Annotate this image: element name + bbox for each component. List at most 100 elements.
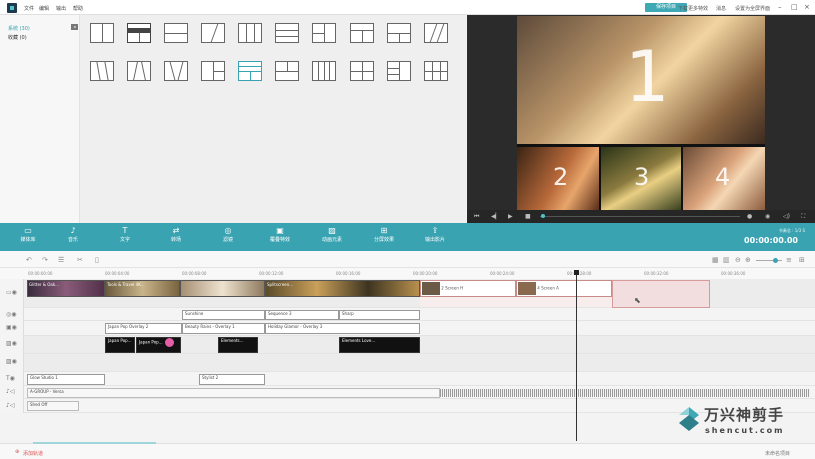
split-template[interactable] — [350, 61, 374, 81]
split-template[interactable] — [90, 61, 114, 81]
menu-export[interactable]: 输出 — [56, 5, 66, 12]
split-template[interactable] — [312, 61, 336, 81]
fullscreen-link[interactable]: 设置为全屏界面 — [735, 5, 770, 12]
filter-clip[interactable]: Sunshine — [182, 310, 265, 320]
split-template[interactable] — [387, 61, 411, 81]
play-icon[interactable]: ▶ — [508, 213, 513, 220]
playhead-line[interactable] — [576, 273, 577, 441]
split-template[interactable] — [312, 23, 336, 43]
split-template[interactable] — [90, 23, 114, 43]
fullscreen-icon[interactable]: ⛶ — [801, 213, 805, 221]
video-track-icon[interactable]: ▭◉ — [6, 289, 17, 296]
split-template-selected[interactable] — [238, 61, 262, 81]
media-library-button[interactable]: ▭ 媒体库 — [8, 226, 48, 243]
minimize-icon[interactable]: – — [778, 3, 782, 11]
split-template[interactable] — [164, 61, 188, 81]
maximize-icon[interactable]: □ — [791, 3, 798, 11]
music-button[interactable]: ♪ 音乐 — [53, 226, 93, 243]
snapshot-icon[interactable]: ◉ — [765, 213, 770, 220]
add-track-link[interactable]: 添加轨道 — [23, 450, 43, 457]
close-icon[interactable]: × — [804, 3, 810, 11]
filter-track-icon[interactable]: ◎◉ — [6, 311, 16, 318]
zoom-out-icon[interactable]: ⊖ — [735, 256, 741, 264]
split-template[interactable] — [127, 23, 151, 43]
split-template[interactable] — [164, 23, 188, 43]
split-cell-3[interactable]: 3 — [601, 147, 681, 210]
progress-handle[interactable] — [541, 214, 545, 218]
overlay-track-icon[interactable]: ▣◉ — [6, 324, 17, 331]
audio-track-2-icon[interactable]: ♪◁ — [6, 402, 14, 409]
element-clip[interactable]: Elements Love... — [339, 337, 420, 353]
fit-icon[interactable]: ▦ — [712, 256, 719, 264]
add-track-icon[interactable]: ⊕ — [15, 449, 19, 455]
split-screen-button[interactable]: ⊞ 分屏效果 — [364, 226, 404, 243]
split-template[interactable] — [275, 61, 299, 81]
prev-frame-icon[interactable]: ⏮ — [474, 213, 479, 221]
menu-edit[interactable]: 编辑 — [39, 5, 49, 12]
split-template[interactable] — [201, 61, 225, 81]
split-template[interactable] — [127, 61, 151, 81]
element-clip[interactable]: Japan Pop... — [136, 337, 181, 353]
category-favorites[interactable]: 收藏 (0) — [8, 34, 27, 41]
transition-button[interactable]: ⇄ 转场 — [156, 226, 196, 243]
elements-button[interactable]: ▨ 动画元素 — [312, 226, 352, 243]
zoom-in-icon[interactable]: ⊕ — [745, 256, 751, 264]
element-track-icon[interactable]: ▨◉ — [6, 340, 17, 347]
overlay-clip[interactable]: Holiday Glamor - Overlay 3 — [265, 323, 420, 334]
audio-clip[interactable]: Shed Off — [27, 401, 79, 411]
element-clip[interactable]: Japan Pop... — [105, 337, 135, 353]
split-cell-1[interactable]: 1 — [517, 16, 765, 144]
preview-canvas[interactable]: 1 2 3 4 — [517, 16, 765, 210]
text-clip[interactable]: Stylist 2 — [199, 374, 265, 385]
mic-icon[interactable]: ● — [747, 213, 752, 220]
category-system[interactable]: 系统 (30) — [8, 25, 30, 32]
text-track[interactable] — [0, 372, 815, 386]
redo-icon[interactable]: ↷ — [42, 256, 48, 264]
cut-icon[interactable]: ✂ — [77, 256, 83, 264]
overlay-clip[interactable]: Beauty Rains - Overlay 1 — [182, 323, 265, 334]
audio-clip[interactable]: A-GROUP - Versa — [27, 388, 440, 398]
split-template[interactable] — [238, 23, 262, 43]
menu-icon[interactable]: ≡ — [786, 256, 792, 264]
horizontal-scrollbar[interactable] — [33, 442, 156, 444]
zoom-slider[interactable] — [756, 260, 782, 261]
text-clip[interactable]: Glow Studio 1 — [27, 374, 105, 385]
text-track-icon[interactable]: T◉ — [6, 375, 15, 382]
delete-icon[interactable]: ▯ — [95, 256, 99, 264]
video-clip[interactable] — [180, 280, 265, 297]
text-button[interactable]: T 文字 — [105, 226, 145, 243]
progress-track[interactable] — [540, 216, 740, 217]
stop-icon[interactable]: ■ — [525, 213, 531, 220]
split-cell-4[interactable]: 4 — [683, 147, 765, 210]
rewind-icon[interactable]: ◀▏ — [491, 213, 500, 220]
overlay-button[interactable]: ▣ 覆叠特效 — [260, 226, 300, 243]
split-cell-2[interactable]: 2 — [517, 147, 599, 210]
split-template[interactable] — [387, 23, 411, 43]
split-screen-clip[interactable]: 4 Screen A — [516, 280, 612, 297]
ratio-icon[interactable]: ▥ — [723, 256, 730, 264]
element-clip[interactable]: Elements... — [218, 337, 258, 353]
video-clip[interactable]: Splitscreen... — [265, 280, 420, 297]
messages-link[interactable]: 消息 — [716, 5, 726, 12]
audio-track-icon[interactable]: ♪◁ — [6, 388, 14, 395]
undo-icon[interactable]: ↶ — [26, 256, 32, 264]
collapse-icon[interactable]: ◂ — [71, 24, 78, 30]
drop-target-region[interactable] — [612, 280, 710, 308]
menu-help[interactable]: 帮助 — [73, 5, 83, 12]
overlay-clip[interactable]: Japan Pop Overlay 2 — [105, 323, 182, 334]
filter-button[interactable]: ◎ 滤镜 — [208, 226, 248, 243]
adjust-icon[interactable]: ☰ — [58, 256, 64, 264]
empty-track[interactable] — [0, 354, 815, 372]
empty-track-icon[interactable]: ▨◉ — [6, 358, 17, 365]
filter-clip[interactable]: Sequence 3 — [265, 310, 339, 320]
video-clip[interactable]: Tools & Travel 4K... — [105, 280, 180, 297]
zoom-slider-handle[interactable] — [773, 258, 778, 263]
timeline-ruler[interactable]: 00:00:00:00 00:00:04:00 00:00:08:00 00:0… — [0, 268, 815, 279]
split-template[interactable] — [424, 61, 448, 81]
filter-clip[interactable]: Sharp — [339, 310, 420, 320]
split-template[interactable] — [275, 23, 299, 43]
menu-file[interactable]: 文件 — [24, 5, 34, 12]
download-effects-link[interactable]: 下载更多特效 — [678, 5, 708, 12]
split-template[interactable] — [350, 23, 374, 43]
playhead-handle[interactable] — [574, 270, 579, 275]
